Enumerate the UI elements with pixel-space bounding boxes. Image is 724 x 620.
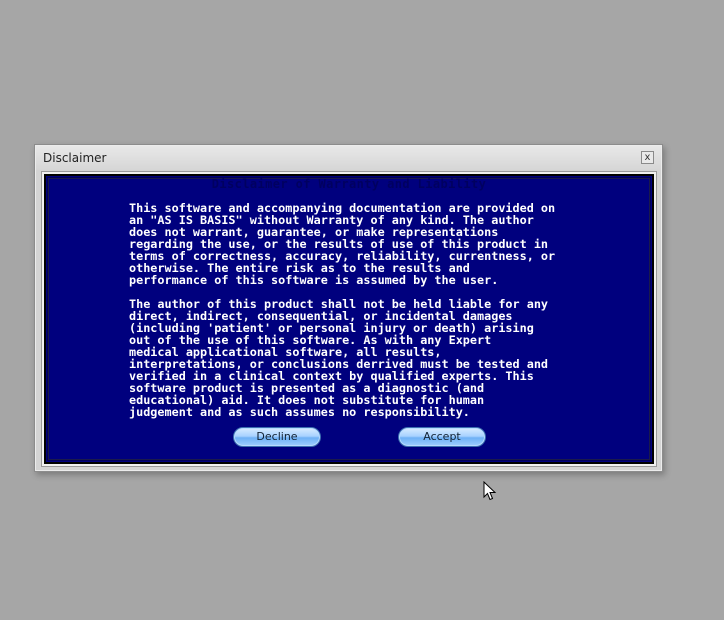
window-title: Disclaimer (43, 151, 107, 165)
accept-button[interactable]: Accept (398, 427, 486, 447)
close-button[interactable]: x (641, 151, 654, 164)
title-bar[interactable]: Disclaimer x (36, 146, 661, 170)
disclaimer-heading: Disclaimer of Warranty and Liability (211, 177, 487, 191)
disclaimer-paragraph-2: The author of this product shall not be … (129, 297, 549, 419)
disclaimer-paragraph-1: This software and accompanying documenta… (129, 201, 556, 287)
content-frame: Disclaimer of Warranty and Liability Thi… (41, 171, 657, 467)
decline-button[interactable]: Decline (233, 427, 321, 447)
disclaimer-panel: Disclaimer of Warranty and Liability Thi… (44, 174, 654, 464)
mouse-pointer-icon (483, 481, 497, 501)
disclaimer-window: Disclaimer x Disclaimer of Warranty and … (34, 144, 663, 472)
